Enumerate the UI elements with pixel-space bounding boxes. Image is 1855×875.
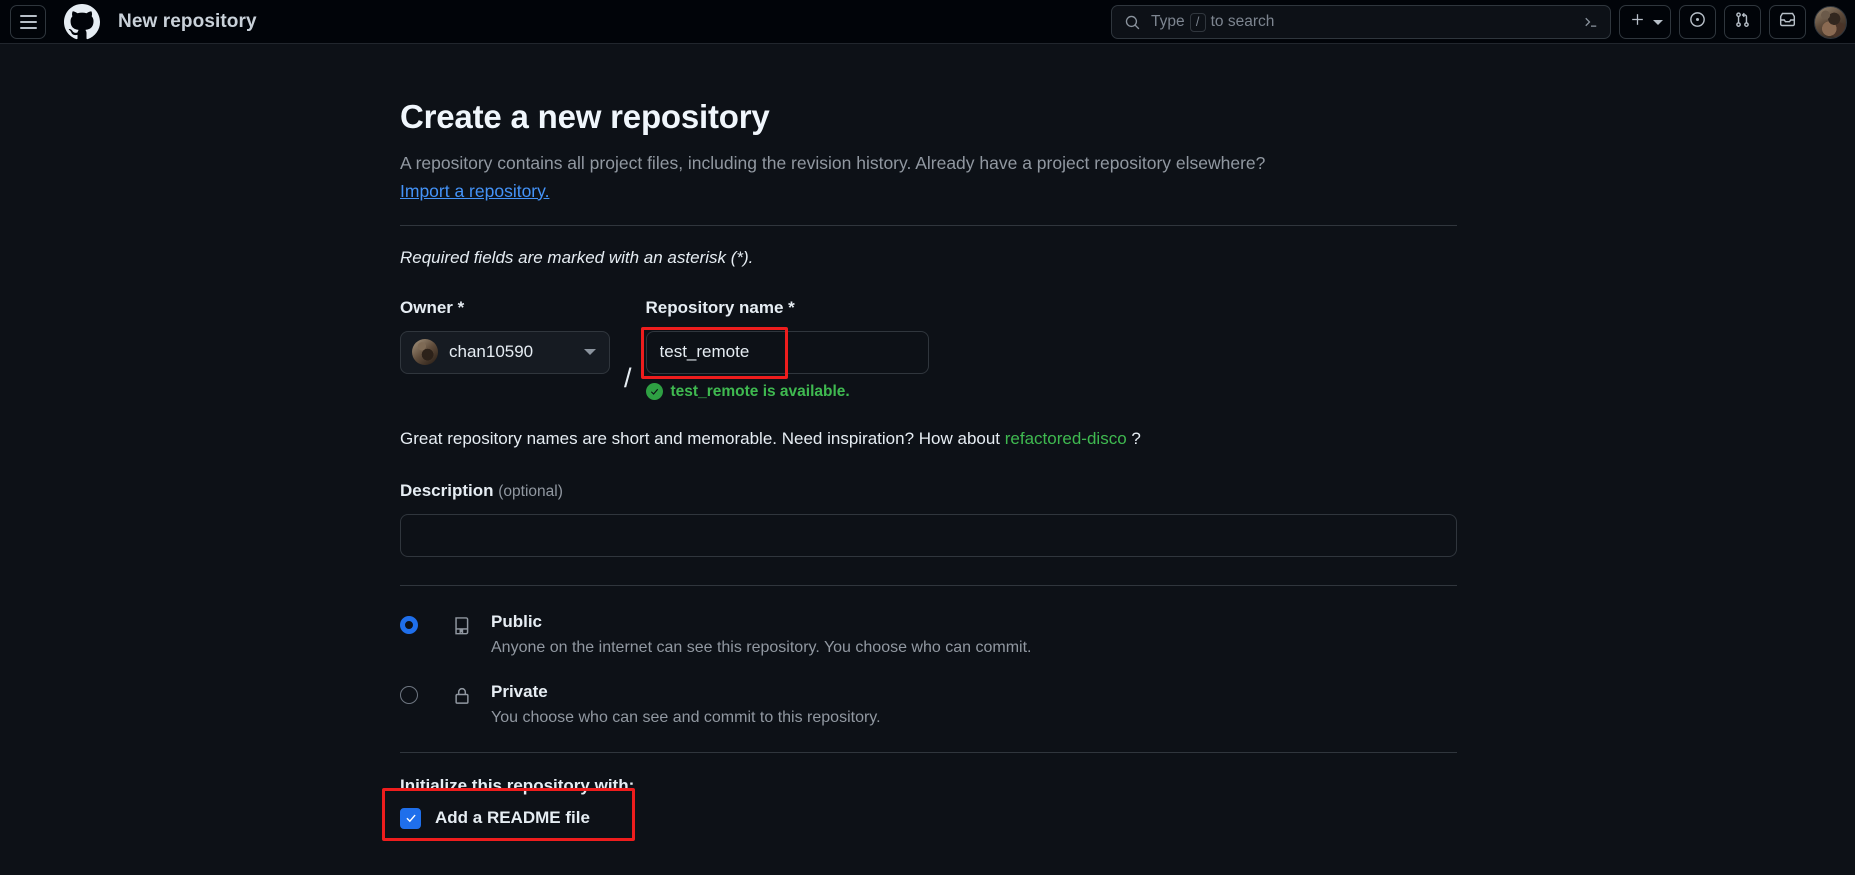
availability-status: test_remote is available. (645, 382, 929, 401)
hamburger-line (19, 14, 37, 17)
required-fields-note: Required fields are marked with an aster… (400, 247, 754, 267)
visibility-public-description: Anyone on the internet can see this repo… (491, 638, 1032, 656)
search-placeholder-suffix: to search (1210, 13, 1275, 30)
availability-text: test_remote is available. (670, 382, 850, 400)
readme-checkbox[interactable] (400, 807, 421, 829)
issue-opened-icon (1688, 10, 1707, 34)
owner-field: Owner * chan10590 (400, 298, 610, 374)
pull-requests-button[interactable] (1724, 5, 1761, 39)
description-label-text: Description (400, 480, 494, 500)
hamburger-menu-icon[interactable] (10, 4, 46, 39)
plus-icon (1629, 11, 1646, 33)
inspiration-hint: Great repository names are short and mem… (400, 429, 1457, 449)
repo-book-icon (450, 614, 474, 638)
hamburger-line (19, 26, 37, 29)
visibility-private-text: Private You choose who can see and commi… (491, 681, 881, 729)
divider (400, 584, 1457, 586)
main-content: Create a new repository A repository con… (0, 44, 1855, 841)
github-logo-icon[interactable] (64, 3, 100, 40)
description-field: Description (optional) (400, 481, 1457, 557)
description-optional-text: (optional) (498, 482, 563, 500)
inspiration-suffix: ? (1131, 428, 1141, 448)
inbox-icon (1778, 10, 1797, 34)
page-title: New repository (118, 10, 257, 32)
divider (400, 751, 1457, 753)
inspiration-prefix: Great repository names are short and mem… (400, 428, 1001, 448)
owner-name: chan10590 (449, 342, 534, 362)
visibility-private-title: Private (491, 682, 548, 702)
repository-name-field: Repository name * test_remote is availab… (640, 297, 929, 401)
lock-icon (450, 684, 474, 708)
user-avatar[interactable] (1814, 5, 1847, 39)
divider (400, 224, 1457, 226)
visibility-public-text: Public Anyone on the internet can see th… (491, 611, 1031, 659)
owner-and-name-row: Owner * chan10590 / Repository name * te… (400, 298, 1457, 401)
repository-name-input[interactable] (645, 330, 929, 374)
header-actions: Type / to search (1111, 0, 1847, 44)
repository-name-label: Repository name * (645, 297, 795, 317)
visibility-options: Public Anyone on the internet can see th… (400, 611, 1457, 730)
new-repository-form: Create a new repository A repository con… (382, 96, 1457, 841)
description-label: Description (optional) (400, 481, 1457, 501)
search-placeholder: Type / to search (1151, 12, 1275, 32)
visibility-private-description: You choose who can see and commit to thi… (491, 709, 881, 727)
search-placeholder-prefix: Type (1151, 13, 1185, 30)
form-subtitle: A repository contains all project files,… (400, 153, 1266, 174)
visibility-option-public[interactable]: Public Anyone on the internet can see th… (400, 611, 1457, 659)
radio-private[interactable] (400, 686, 418, 705)
create-new-button[interactable] (1619, 5, 1671, 39)
search-input[interactable]: Type / to search (1111, 5, 1611, 39)
hamburger-line (19, 20, 37, 23)
global-header: New repository Type / to search (0, 0, 1855, 44)
form-heading: Create a new repository (400, 98, 770, 135)
import-repository-link[interactable]: Import a repository. (400, 181, 549, 202)
chevron-down-icon (584, 349, 596, 356)
owner-name-separator: / (624, 362, 632, 393)
issues-button[interactable] (1679, 5, 1716, 39)
check-circle-icon (645, 383, 663, 401)
add-readme-option[interactable]: Add a README file (382, 787, 635, 841)
command-palette-terminal-icon[interactable] (1582, 13, 1600, 31)
chevron-down-icon (1653, 19, 1663, 25)
description-input[interactable] (400, 513, 1457, 557)
search-icon (1124, 14, 1141, 31)
readme-label: Add a README file (435, 808, 590, 828)
repository-name-input-wrap (640, 326, 929, 379)
suggested-repo-name[interactable]: refactored-disco (1005, 429, 1127, 448)
visibility-option-private[interactable]: Private You choose who can see and commi… (400, 681, 1457, 729)
radio-public[interactable] (400, 615, 418, 634)
search-slash-key: / (1189, 12, 1206, 32)
inbox-button[interactable] (1769, 5, 1806, 39)
owner-avatar (412, 339, 438, 366)
git-pull-request-icon (1733, 10, 1752, 34)
owner-label: Owner * (400, 297, 465, 317)
visibility-public-title: Public (491, 611, 543, 631)
initialize-section-title: Initialize this repository with: (400, 775, 635, 795)
owner-dropdown[interactable]: chan10590 (400, 330, 610, 374)
